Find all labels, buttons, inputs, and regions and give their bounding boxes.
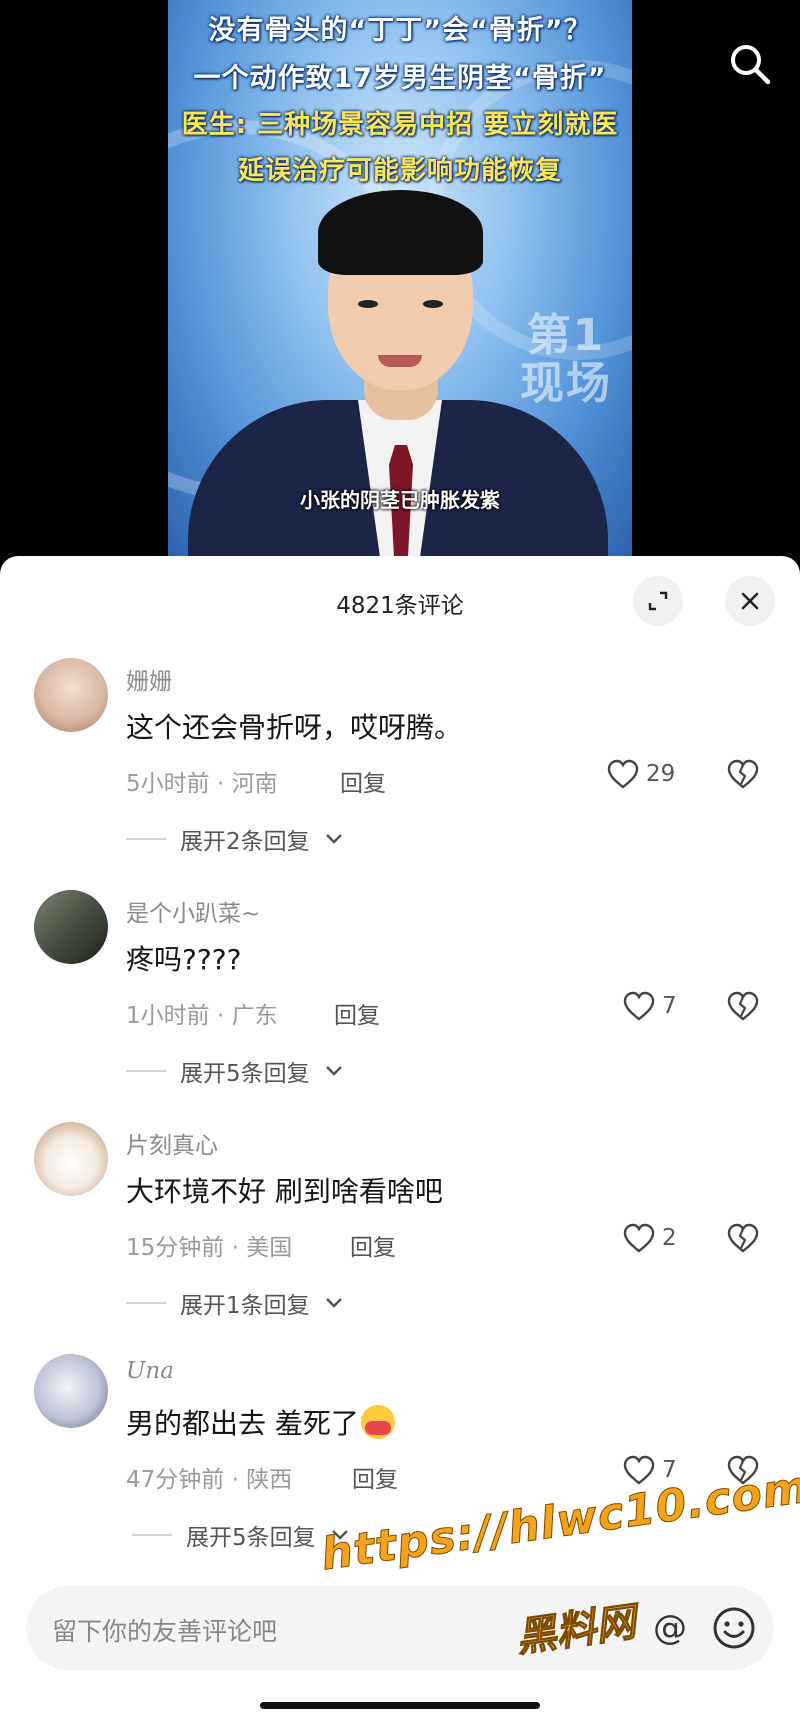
comment-location: 陕西 bbox=[246, 1467, 293, 1493]
broken-heart-icon bbox=[727, 759, 759, 789]
broken-heart-icon bbox=[727, 991, 759, 1021]
expand-replies-label: 展开2条回复 bbox=[180, 829, 310, 855]
comment-item: 片刻真心 大环境不好 刷到啥看啥吧 15分钟前 · 美国 回复 2 展开1条回复 bbox=[0, 1122, 800, 1354]
expand-replies[interactable]: 展开1条回复 bbox=[126, 1286, 344, 1320]
like-button[interactable]: 2 bbox=[622, 1222, 677, 1254]
close-panel-button[interactable] bbox=[725, 576, 775, 626]
search-icon bbox=[731, 45, 771, 85]
station-logo-line-1: 第1 bbox=[526, 310, 606, 361]
expand-replies[interactable]: 展开5条回复 bbox=[132, 1518, 350, 1552]
comment-text: 这个还会骨折呀，哎呀腾。 bbox=[126, 711, 463, 744]
comment-meta: 5小时前 · 河南 bbox=[126, 771, 278, 797]
search-button[interactable] bbox=[722, 36, 778, 92]
like-button[interactable]: 29 bbox=[606, 758, 675, 790]
divider bbox=[126, 838, 166, 840]
avatar[interactable] bbox=[34, 890, 108, 964]
like-count: 2 bbox=[662, 1225, 677, 1251]
dislike-button[interactable] bbox=[726, 758, 760, 794]
comment-text: 大环境不好 刷到啥看啥吧 bbox=[126, 1175, 443, 1208]
comment-username[interactable]: 片刻真心 bbox=[126, 1126, 218, 1160]
reply-button[interactable]: 回复 bbox=[352, 1460, 398, 1494]
comment-username[interactable]: Una bbox=[126, 1358, 174, 1384]
station-logo: 第1 现场 bbox=[520, 312, 612, 408]
comment-location: 河南 bbox=[231, 771, 278, 797]
comment-time: 15分钟前 bbox=[126, 1235, 225, 1261]
dislike-button[interactable] bbox=[726, 1222, 760, 1258]
comment-item: 是个小趴菜~ 疼吗???? 1小时前 · 广东 回复 7 展开5条回复 bbox=[0, 890, 800, 1122]
comment-text: 疼吗???? bbox=[126, 943, 242, 976]
comment-username[interactable]: 姗姗 bbox=[126, 662, 172, 696]
comment-meta: 47分钟前 · 陕西 bbox=[126, 1467, 293, 1493]
video-frame: 没有骨头的“丁丁”会“骨折”？ 一个动作致17岁男生阴茎“骨折” 医生: 三种场… bbox=[168, 0, 632, 560]
anchor-hair bbox=[318, 190, 483, 275]
divider bbox=[132, 1534, 172, 1536]
comment-time: 1小时前 bbox=[126, 1003, 210, 1029]
smiley-icon bbox=[713, 1607, 755, 1649]
chevron-down-icon bbox=[325, 834, 342, 844]
video-headline-line-3: 医生: 三种场景容易中招 要立刻就医 bbox=[181, 110, 619, 140]
broken-heart-icon bbox=[727, 1223, 759, 1253]
video-subtitle: 小张的阴茎已肿胀发紫 bbox=[300, 488, 500, 512]
comment-location: 美国 bbox=[246, 1235, 293, 1261]
heart-icon bbox=[623, 1455, 655, 1485]
close-icon bbox=[741, 592, 759, 610]
divider bbox=[126, 1070, 166, 1072]
emoji-button[interactable] bbox=[710, 1604, 758, 1652]
comment-text-body: 男的都出去 羞死了 bbox=[126, 1407, 359, 1440]
comment-input[interactable]: 留下你的友善评论吧 @ bbox=[26, 1586, 774, 1670]
anchor-eye bbox=[423, 300, 443, 308]
expand-panel-button[interactable] bbox=[633, 576, 683, 626]
comment-input-placeholder: 留下你的友善评论吧 bbox=[52, 1617, 278, 1646]
video-headline-line-1: 没有骨头的“丁丁”会“骨折”？ bbox=[208, 15, 592, 46]
comment-location: 广东 bbox=[231, 1003, 278, 1029]
like-count: 29 bbox=[646, 761, 676, 787]
chevron-down-icon bbox=[325, 1066, 342, 1076]
avatar[interactable] bbox=[34, 1122, 108, 1196]
expand-icon bbox=[648, 591, 668, 611]
station-logo-line-2: 现场 bbox=[520, 358, 612, 409]
reply-button[interactable]: 回复 bbox=[334, 996, 380, 1030]
expand-replies-label: 展开5条回复 bbox=[186, 1525, 316, 1551]
like-count: 7 bbox=[662, 993, 677, 1019]
heart-icon bbox=[623, 1223, 655, 1253]
divider bbox=[126, 1302, 166, 1304]
dislike-button[interactable] bbox=[726, 990, 760, 1026]
avatar[interactable] bbox=[34, 1354, 108, 1428]
heart-icon bbox=[607, 759, 639, 789]
video-headline-line-4: 延误治疗可能影响功能恢复 bbox=[237, 156, 562, 186]
avatar[interactable] bbox=[34, 658, 108, 732]
home-indicator[interactable] bbox=[260, 1702, 540, 1709]
reply-button[interactable]: 回复 bbox=[350, 1228, 396, 1262]
expand-replies[interactable]: 展开2条回复 bbox=[126, 822, 344, 856]
reply-button[interactable]: 回复 bbox=[340, 764, 386, 798]
comment-meta: 1小时前 · 广东 bbox=[126, 1003, 278, 1029]
anchor-mouth bbox=[378, 355, 422, 367]
mention-button[interactable]: @ bbox=[646, 1604, 694, 1652]
comment-time: 47分钟前 bbox=[126, 1467, 225, 1493]
comment-meta: 15分钟前 · 美国 bbox=[126, 1235, 293, 1261]
expand-replies-label: 展开5条回复 bbox=[180, 1061, 310, 1087]
comment-time: 5小时前 bbox=[126, 771, 210, 797]
expand-replies[interactable]: 展开5条回复 bbox=[126, 1054, 344, 1088]
anchor-eye bbox=[358, 300, 378, 308]
video-player[interactable]: 没有骨头的“丁丁”会“骨折”？ 一个动作致17岁男生阴茎“骨折” 医生: 三种场… bbox=[0, 0, 800, 560]
chevron-down-icon bbox=[325, 1298, 342, 1308]
expand-replies-label: 展开1条回复 bbox=[180, 1293, 310, 1319]
comment-username[interactable]: 是个小趴菜~ bbox=[126, 894, 260, 928]
comment-item: 姗姗 这个还会骨折呀，哎呀腾。 5小时前 · 河南 回复 29 展开2条回复 bbox=[0, 658, 800, 890]
video-headline-line-2: 一个动作致17岁男生阴茎“骨折” bbox=[193, 63, 607, 94]
hugging-face-emoji-icon bbox=[360, 1405, 395, 1439]
like-button[interactable]: 7 bbox=[622, 990, 677, 1022]
heart-icon bbox=[623, 991, 655, 1021]
comment-text: 男的都出去 羞死了 bbox=[126, 1402, 395, 1442]
